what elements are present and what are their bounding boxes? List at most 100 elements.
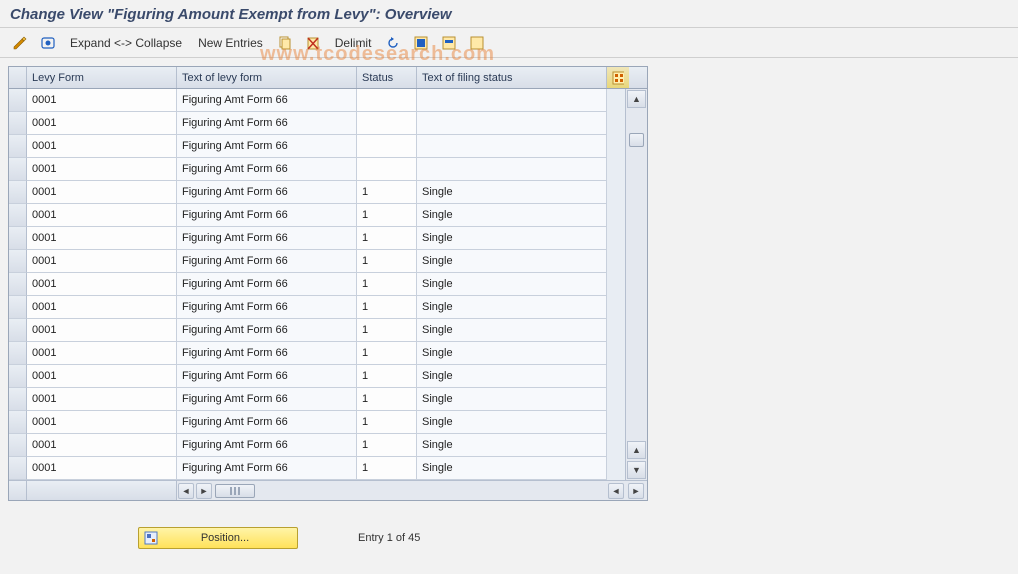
cell-status[interactable]: 1 <box>357 181 417 204</box>
other-view-icon[interactable] <box>36 32 60 54</box>
cell-status[interactable]: 1 <box>357 250 417 273</box>
row-selector[interactable] <box>9 411 27 434</box>
row-selector[interactable] <box>9 342 27 365</box>
scroll-left-end-icon[interactable]: ◄ <box>608 483 624 499</box>
cell-status[interactable]: 1 <box>357 434 417 457</box>
cell-status[interactable] <box>357 89 417 112</box>
scroll-thumb[interactable] <box>629 133 644 147</box>
row-selector[interactable] <box>9 227 27 250</box>
scroll-down-small-icon[interactable]: ▲ <box>627 441 646 459</box>
cell-status[interactable]: 1 <box>357 342 417 365</box>
row-selector[interactable] <box>9 319 27 342</box>
cell-levy-form[interactable]: 0001 <box>27 227 177 250</box>
cell-text-filing: Single <box>417 204 607 227</box>
cell-levy-form[interactable]: 0001 <box>27 296 177 319</box>
undo-change-icon[interactable] <box>381 32 405 54</box>
cell-levy-form[interactable]: 0001 <box>27 457 177 480</box>
new-entries-button[interactable]: New Entries <box>192 32 269 54</box>
cell-text-levy: Figuring Amt Form 66 <box>177 319 357 342</box>
scroll-track[interactable] <box>629 109 644 440</box>
table-settings-icon[interactable] <box>607 67 629 88</box>
cell-levy-form[interactable]: 0001 <box>27 250 177 273</box>
cell-levy-form[interactable]: 0001 <box>27 434 177 457</box>
row-selector[interactable] <box>9 158 27 181</box>
position-icon <box>143 530 159 546</box>
cell-status[interactable]: 1 <box>357 365 417 388</box>
cell-levy-form[interactable]: 0001 <box>27 89 177 112</box>
cell-status[interactable]: 1 <box>357 273 417 296</box>
cell-text-filing: Single <box>417 296 607 319</box>
table-row: 0001Figuring Amt Form 66 <box>9 135 625 158</box>
cell-text-levy: Figuring Amt Form 66 <box>177 250 357 273</box>
col-header-text-levy[interactable]: Text of levy form <box>177 67 357 88</box>
table-row: 0001Figuring Amt Form 661Single <box>9 250 625 273</box>
select-block-icon[interactable] <box>437 32 461 54</box>
cell-levy-form[interactable]: 0001 <box>27 158 177 181</box>
table-row: 0001Figuring Amt Form 661Single <box>9 365 625 388</box>
row-selector[interactable] <box>9 365 27 388</box>
cell-status[interactable]: 1 <box>357 411 417 434</box>
cell-status[interactable]: 1 <box>357 204 417 227</box>
cell-levy-form[interactable]: 0001 <box>27 273 177 296</box>
footer-area: Position... Entry 1 of 45 <box>8 527 1010 549</box>
cell-levy-form[interactable]: 0001 <box>27 319 177 342</box>
table-row: 0001Figuring Amt Form 661Single <box>9 457 625 480</box>
application-toolbar: Expand <-> Collapse New Entries Delimit … <box>0 28 1018 58</box>
cell-status[interactable]: 1 <box>357 319 417 342</box>
vertical-scrollbar[interactable]: ▲ ▲ ▼ <box>625 89 647 480</box>
row-selector[interactable] <box>9 250 27 273</box>
row-selector[interactable] <box>9 181 27 204</box>
select-all-header[interactable] <box>9 67 27 88</box>
position-button[interactable]: Position... <box>138 527 298 549</box>
cell-status[interactable]: 1 <box>357 388 417 411</box>
cell-status[interactable] <box>357 112 417 135</box>
scroll-right-icon[interactable]: ► <box>196 483 212 499</box>
table-row: 0001Figuring Amt Form 661Single <box>9 319 625 342</box>
cell-text-filing <box>417 89 607 112</box>
row-selector[interactable] <box>9 388 27 411</box>
row-selector[interactable] <box>9 135 27 158</box>
cell-text-filing: Single <box>417 250 607 273</box>
cell-levy-form[interactable]: 0001 <box>27 365 177 388</box>
hscroll-thumb[interactable] <box>215 484 255 498</box>
row-selector[interactable] <box>9 89 27 112</box>
cell-levy-form[interactable]: 0001 <box>27 181 177 204</box>
table-header-row: Levy Form Text of levy form Status Text … <box>9 67 647 89</box>
deselect-all-icon[interactable] <box>465 32 489 54</box>
cell-levy-form[interactable]: 0001 <box>27 388 177 411</box>
delete-icon[interactable] <box>301 32 325 54</box>
row-selector[interactable] <box>9 112 27 135</box>
horizontal-scrollbar[interactable]: ◄ ► <box>177 481 587 500</box>
row-selector[interactable] <box>9 434 27 457</box>
cell-text-filing: Single <box>417 457 607 480</box>
cell-levy-form[interactable]: 0001 <box>27 135 177 158</box>
scroll-down-icon[interactable]: ▼ <box>627 461 646 479</box>
cell-status[interactable]: 1 <box>357 457 417 480</box>
copy-as-icon[interactable] <box>273 32 297 54</box>
table-row: 0001Figuring Amt Form 661Single <box>9 273 625 296</box>
cell-status[interactable]: 1 <box>357 227 417 250</box>
col-header-levy-form[interactable]: Levy Form <box>27 67 177 88</box>
select-all-icon[interactable] <box>409 32 433 54</box>
row-selector[interactable] <box>9 457 27 480</box>
scroll-up-icon[interactable]: ▲ <box>627 90 646 108</box>
cell-levy-form[interactable]: 0001 <box>27 204 177 227</box>
row-selector[interactable] <box>9 204 27 227</box>
expand-collapse-button[interactable]: Expand <-> Collapse <box>64 32 188 54</box>
cell-levy-form[interactable]: 0001 <box>27 342 177 365</box>
row-selector[interactable] <box>9 273 27 296</box>
cell-status[interactable] <box>357 158 417 181</box>
toggle-change-icon[interactable] <box>8 32 32 54</box>
cell-status[interactable] <box>357 135 417 158</box>
row-selector[interactable] <box>9 296 27 319</box>
cell-levy-form[interactable]: 0001 <box>27 112 177 135</box>
scroll-left-icon[interactable]: ◄ <box>178 483 194 499</box>
col-header-status[interactable]: Status <box>357 67 417 88</box>
delimit-button[interactable]: Delimit <box>329 32 378 54</box>
cell-status[interactable]: 1 <box>357 296 417 319</box>
col-header-text-filing[interactable]: Text of filing status <box>417 67 607 88</box>
table-row: 0001Figuring Amt Form 661Single <box>9 411 625 434</box>
table-row: 0001Figuring Amt Form 66 <box>9 89 625 112</box>
cell-levy-form[interactable]: 0001 <box>27 411 177 434</box>
scroll-right-end-icon[interactable]: ► <box>628 483 644 499</box>
